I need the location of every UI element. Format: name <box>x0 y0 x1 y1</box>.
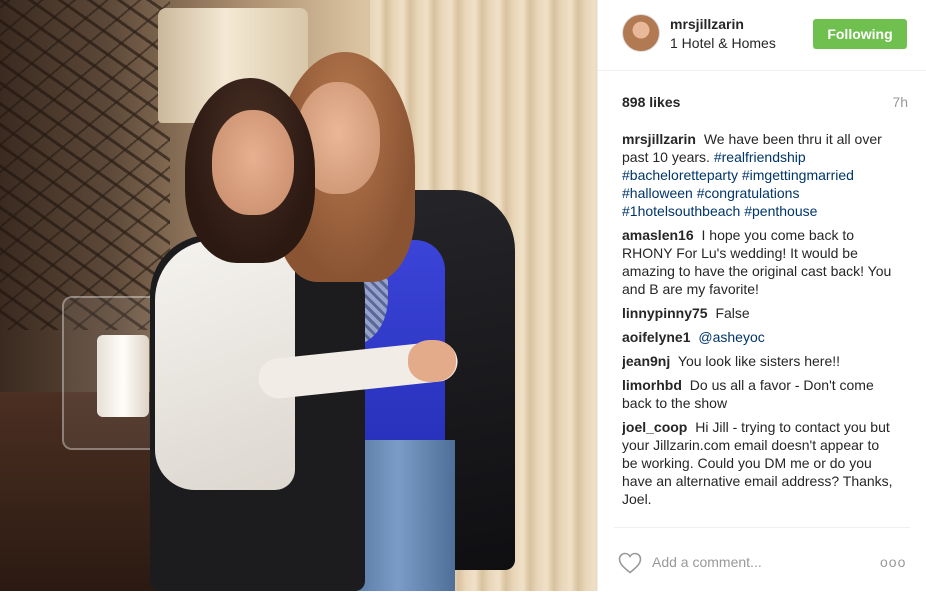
comment-item: joel_coop Hi Jill - trying to contact yo… <box>622 418 896 508</box>
likes-count[interactable]: 898 likes <box>622 94 680 110</box>
comment-item: linnypinny75 False <box>622 304 896 322</box>
following-button[interactable]: Following <box>813 19 907 49</box>
candle <box>97 335 149 417</box>
hashtag-link[interactable]: #halloween <box>622 185 693 201</box>
heart-icon[interactable] <box>618 552 642 574</box>
comment-username[interactable]: jean9nj <box>622 353 670 369</box>
comment-username[interactable]: aoifelyne1 <box>622 329 690 345</box>
comment-item: limorhbd Do us all a favor - Don't come … <box>622 376 896 412</box>
post-side-panel: mrsjillzarin 1 Hotel & Homes Following 8… <box>597 0 926 591</box>
post-footer: ooo <box>614 527 910 592</box>
comment-username[interactable]: joel_coop <box>622 419 687 435</box>
location-link[interactable]: 1 Hotel & Homes <box>670 35 776 51</box>
hashtag-link[interactable]: #imgettingmarried <box>742 167 854 183</box>
hashtag-link[interactable]: #realfriendship <box>714 149 806 165</box>
post-header: mrsjillzarin 1 Hotel & Homes Following <box>598 0 926 71</box>
instagram-post: mrsjillzarin 1 Hotel & Homes Following 8… <box>0 0 926 591</box>
comment-username[interactable]: amaslen16 <box>622 227 694 243</box>
post-time[interactable]: 7h <box>892 94 908 110</box>
comment-username[interactable]: limorhbd <box>622 377 682 393</box>
add-comment-input[interactable] <box>652 548 870 576</box>
caption-username[interactable]: mrsjillzarin <box>622 131 696 147</box>
caption: mrsjillzarin We have been thru it all ov… <box>622 130 896 220</box>
post-photo[interactable] <box>0 0 597 591</box>
more-options-icon[interactable]: ooo <box>880 554 906 570</box>
comment-text: You look like sisters here!! <box>677 353 841 369</box>
comments-list[interactable]: mrsjillzarin We have been thru it all ov… <box>622 130 896 527</box>
hashtag-link[interactable]: #penthouse <box>744 203 817 219</box>
hashtag-link[interactable]: #1hotelsouthbeach <box>622 203 740 219</box>
avatar[interactable] <box>622 14 660 52</box>
comment-text: False <box>715 305 750 321</box>
woman-left-face <box>212 110 294 215</box>
hashtag-link[interactable]: #congratulations <box>697 185 800 201</box>
hand <box>408 340 456 382</box>
post-stats: 898 likes 7h <box>622 94 908 112</box>
username-link[interactable]: mrsjillzarin <box>670 16 744 32</box>
comment-item: aoifelyne1 @asheyoc <box>622 328 896 346</box>
comment-username[interactable]: linnypinny75 <box>622 305 708 321</box>
comment-item: jean9nj You look like sisters here!! <box>622 352 896 370</box>
comment-item: amaslen16 I hope you come back to RHONY … <box>622 226 896 298</box>
hashtag-link[interactable]: #bacheloretteparty <box>622 167 738 183</box>
mention-link[interactable]: @asheyoc <box>698 329 764 345</box>
decorative-branches <box>0 0 170 330</box>
